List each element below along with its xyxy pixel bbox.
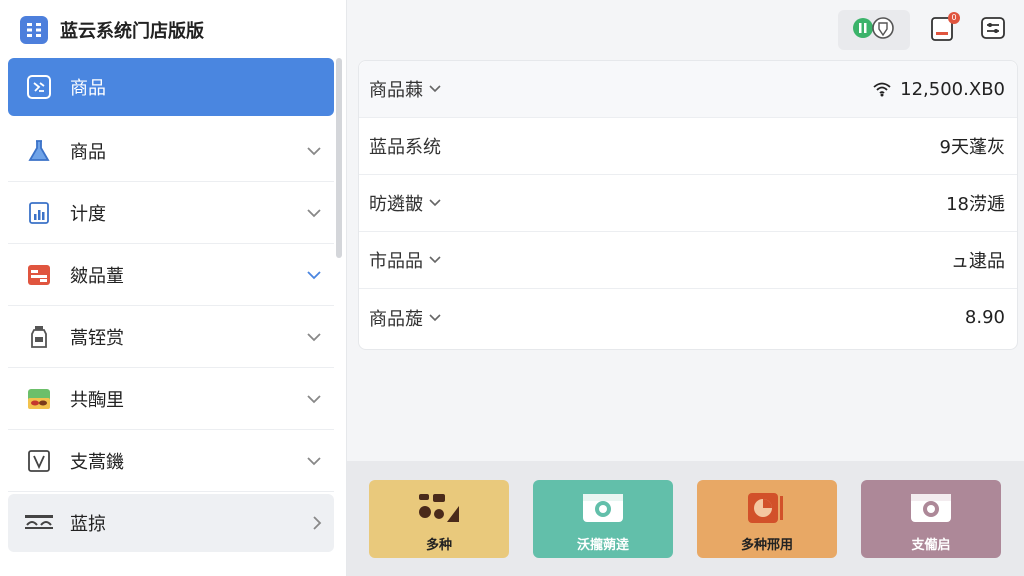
chevron-down-icon bbox=[307, 270, 321, 279]
sidebar: 蓝云系统门店版版 商品 商品 计度 皴品蕫 蒿铚赏 共醄里 支蒿鐖 蓝掠 bbox=[0, 0, 347, 576]
chevron-down-icon bbox=[429, 199, 441, 207]
sidebar-item-label: 商品 bbox=[70, 78, 106, 99]
sliders-icon bbox=[980, 15, 1006, 45]
toggle-shield-icon bbox=[850, 15, 898, 45]
row-value: 18涝逓 bbox=[946, 194, 1005, 215]
store-card-icon bbox=[24, 260, 54, 290]
info-row[interactable]: 蓝品系统 9天蓬灰 bbox=[359, 118, 1017, 175]
chevron-down-icon bbox=[429, 85, 441, 93]
row-value: 9天蓬灰 bbox=[939, 137, 1005, 158]
sidebar-item-scale[interactable]: 蓝掠 bbox=[8, 494, 334, 552]
sidebar-item-store[interactable]: 皴品蕫 bbox=[8, 244, 334, 306]
row-label: 蓝品系统 bbox=[369, 137, 441, 158]
sidebar-item-tray[interactable]: 共醄里 bbox=[8, 368, 334, 430]
food-tray-icon bbox=[24, 384, 54, 414]
row-value: ュ逮品 bbox=[951, 251, 1005, 272]
scale-icon bbox=[24, 508, 54, 538]
jar-icon bbox=[24, 322, 54, 352]
row-value: 12,500.XB0 bbox=[900, 78, 1005, 100]
chevron-down-icon bbox=[307, 332, 321, 341]
flask-icon bbox=[24, 136, 54, 166]
notification-button[interactable]: 0 bbox=[926, 10, 960, 50]
action-button-pie[interactable]: 多种邢用 bbox=[697, 480, 837, 558]
app-title: 蓝云系统门店版版 bbox=[60, 21, 204, 42]
action-label: 多种 bbox=[425, 538, 452, 553]
chevron-down-icon bbox=[307, 456, 321, 465]
sidebar-item-label: 支蒿鐖 bbox=[70, 451, 124, 473]
chevron-down-icon bbox=[307, 394, 321, 403]
info-row[interactable]: 商品蕀 12,500.XB0 bbox=[359, 61, 1017, 118]
info-card: 商品蕀 12,500.XB0 蓝品系统 9天蓬灰 昉遴皵 18涝逓 市品品 ュ逮… bbox=[358, 60, 1018, 350]
product-icon bbox=[24, 72, 54, 102]
chevron-down-icon bbox=[429, 256, 441, 264]
action-button-variety[interactable]: 多种 bbox=[369, 480, 509, 558]
sidebar-item-label: 共醄里 bbox=[70, 389, 124, 411]
sidebar-item-product[interactable]: 商品 bbox=[8, 120, 334, 182]
wifi-icon bbox=[873, 82, 891, 97]
chart-doc-icon bbox=[24, 198, 54, 228]
row-label: 商品蕀 bbox=[369, 80, 423, 101]
action-label: 多种邢用 bbox=[740, 538, 793, 553]
shapes-icon bbox=[417, 492, 461, 528]
chevron-down-icon bbox=[429, 313, 441, 321]
chevron-down-icon bbox=[307, 146, 321, 155]
brand: 蓝云系统门店版版 bbox=[20, 14, 204, 46]
chevron-down-icon bbox=[307, 208, 321, 217]
action-button-camera-2[interactable]: 支僃启 bbox=[861, 480, 1001, 558]
row-label: 商品蔙 bbox=[369, 308, 423, 330]
camera-icon bbox=[910, 492, 952, 528]
row-value: 8.90 bbox=[964, 307, 1005, 328]
action-label: 沃攏蒴逹 bbox=[576, 538, 629, 553]
pie-card-icon bbox=[746, 492, 788, 528]
v-box-icon bbox=[24, 446, 54, 476]
app-grid-icon bbox=[20, 16, 48, 44]
notification-card-icon: 0 bbox=[930, 12, 960, 46]
info-row[interactable]: 昉遴皵 18涝逓 bbox=[359, 175, 1017, 232]
info-row[interactable]: 商品蔙 8.90 bbox=[359, 289, 1017, 346]
sidebar-item-label: 蓝掠 bbox=[70, 514, 106, 535]
settings-button[interactable] bbox=[976, 10, 1010, 50]
sidebar-item-label: 蒿铚赏 bbox=[70, 327, 124, 349]
sidebar-item-jar[interactable]: 蒿铚赏 bbox=[8, 306, 334, 368]
sidebar-scrollbar[interactable] bbox=[336, 58, 342, 258]
status-toggle-button[interactable] bbox=[838, 10, 910, 50]
action-label: 支僃启 bbox=[911, 538, 951, 553]
camera-icon bbox=[582, 492, 624, 528]
sidebar-item-label: 商品 bbox=[70, 141, 106, 163]
info-row[interactable]: 市品品 ュ逮品 bbox=[359, 232, 1017, 289]
action-button-camera-1[interactable]: 沃攏蒴逹 bbox=[533, 480, 673, 558]
sidebar-nav: 商品 商品 计度 皴品蕫 蒿铚赏 共醄里 支蒿鐖 蓝掠 bbox=[8, 58, 334, 552]
action-bar: 多种 沃攏蒴逹 多种邢用 支僃启 bbox=[347, 461, 1024, 576]
row-label: 昉遴皵 bbox=[369, 194, 423, 215]
chevron-right-icon bbox=[313, 516, 322, 530]
sidebar-item-vbox[interactable]: 支蒿鐖 bbox=[8, 430, 334, 492]
row-label: 市品品 bbox=[369, 251, 423, 272]
sidebar-item-label: 计度 bbox=[70, 203, 106, 225]
sidebar-item-product-active[interactable]: 商品 bbox=[8, 58, 334, 116]
sidebar-item-label: 皴品蕫 bbox=[70, 265, 124, 287]
notification-badge: 0 bbox=[948, 12, 960, 24]
sidebar-item-meter[interactable]: 计度 bbox=[8, 182, 334, 244]
